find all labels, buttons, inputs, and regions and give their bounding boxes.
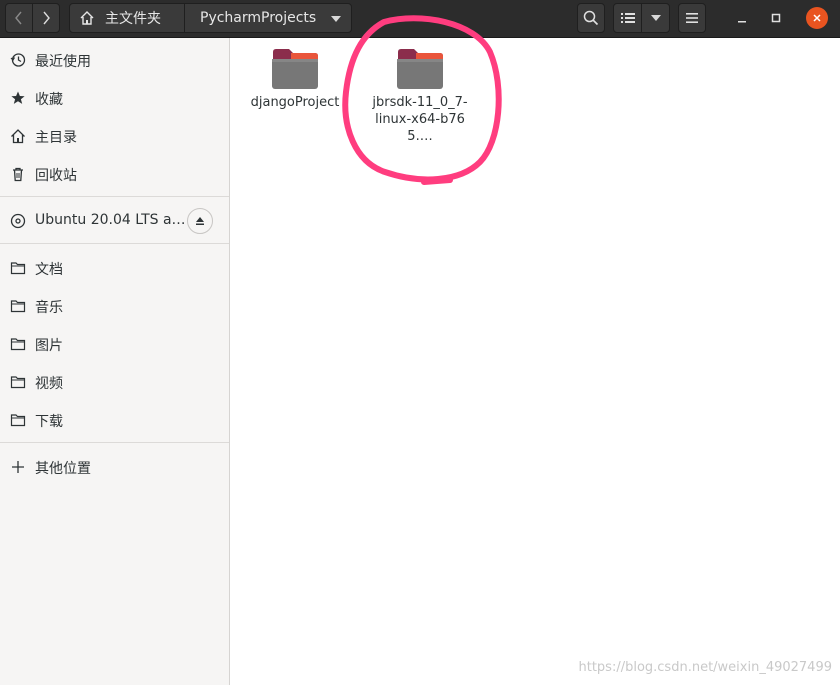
sidebar-item-other-locations[interactable]: 其他位置 [0, 449, 229, 485]
folder-icon [10, 260, 26, 276]
main-menu-button[interactable] [678, 3, 706, 33]
sidebar-item-label: 文档 [35, 262, 63, 278]
sidebar-item-label: 视频 [35, 376, 63, 392]
eject-button[interactable] [187, 208, 213, 234]
sidebar-item-label: 图片 [35, 338, 63, 354]
maximize-button[interactable] [763, 5, 789, 31]
home-icon [80, 11, 94, 25]
sidebar: 最近使用 收藏 主目录 回收站 Ubuntu 20.04 LTS a… 文档 音… [0, 38, 230, 685]
sidebar-item-label: 最近使用 [35, 54, 91, 70]
search-button[interactable] [577, 3, 605, 33]
sidebar-item-label: 下载 [35, 414, 63, 430]
clock-icon [10, 52, 26, 68]
folder-icon [10, 412, 26, 428]
minimize-button[interactable] [729, 5, 755, 31]
chevron-right-icon [43, 11, 50, 25]
folder-icon [272, 49, 318, 89]
sidebar-item-downloads[interactable]: 下载 [0, 402, 229, 438]
close-button-circle [806, 7, 828, 29]
path-current-button[interactable]: PycharmProjects [184, 3, 352, 33]
sidebar-item-label: 其他位置 [35, 461, 91, 477]
search-icon [583, 10, 599, 26]
disc-icon [10, 213, 26, 229]
trash-icon [10, 166, 26, 182]
file-view: djangoProject jbrsdk-11_0_7-linux-x64-b7… [230, 38, 840, 685]
sidebar-item-label: Ubuntu 20.04 LTS a… [35, 212, 186, 228]
sidebar-item-label: 主目录 [35, 130, 77, 146]
sidebar-item-trash[interactable]: 回收站 [0, 156, 229, 192]
sidebar-item-recent[interactable]: 最近使用 [0, 42, 229, 78]
maximize-icon [771, 13, 781, 23]
minimize-icon [738, 21, 746, 23]
view-toggle-button[interactable] [613, 3, 642, 33]
sidebar-divider [0, 243, 229, 244]
list-view-icon [620, 13, 635, 23]
sidebar-divider [0, 442, 229, 443]
back-button[interactable] [5, 3, 33, 33]
sidebar-item-home[interactable]: 主目录 [0, 118, 229, 154]
path-home-button[interactable]: 主文件夹 [69, 3, 185, 33]
home-icon [10, 128, 26, 144]
view-options-button[interactable] [641, 3, 670, 33]
sidebar-item-documents[interactable]: 文档 [0, 250, 229, 286]
sidebar-item-label: 收藏 [35, 92, 63, 108]
close-icon [813, 14, 821, 22]
plus-icon [10, 459, 26, 475]
folder-icon [10, 374, 26, 390]
file-name: djangoProject [250, 95, 340, 110]
sidebar-item-label: 音乐 [35, 300, 63, 316]
sidebar-item-videos[interactable]: 视频 [0, 364, 229, 400]
path-home-label: 主文件夹 [105, 11, 161, 27]
sidebar-item-music[interactable]: 音乐 [0, 288, 229, 324]
sidebar-item-starred[interactable]: 收藏 [0, 80, 229, 116]
path-current-label: PycharmProjects [200, 10, 317, 26]
hamburger-menu-icon [686, 13, 698, 23]
eject-icon [196, 217, 204, 225]
close-button[interactable] [804, 5, 830, 31]
watermark-text: https://blog.csdn.net/weixin_49027499 [578, 660, 832, 675]
sidebar-item-ubuntu-disc[interactable]: Ubuntu 20.04 LTS a… [0, 203, 229, 239]
sidebar-item-label: 回收站 [35, 168, 77, 184]
sidebar-item-pictures[interactable]: 图片 [0, 326, 229, 362]
folder-icon [10, 336, 26, 352]
chevron-left-icon [15, 11, 22, 25]
forward-button[interactable] [32, 3, 60, 33]
annotation-circle [342, 15, 502, 185]
folder-icon [10, 298, 26, 314]
sidebar-divider [0, 196, 229, 197]
chevron-down-icon [650, 15, 661, 21]
star-icon [10, 90, 26, 106]
